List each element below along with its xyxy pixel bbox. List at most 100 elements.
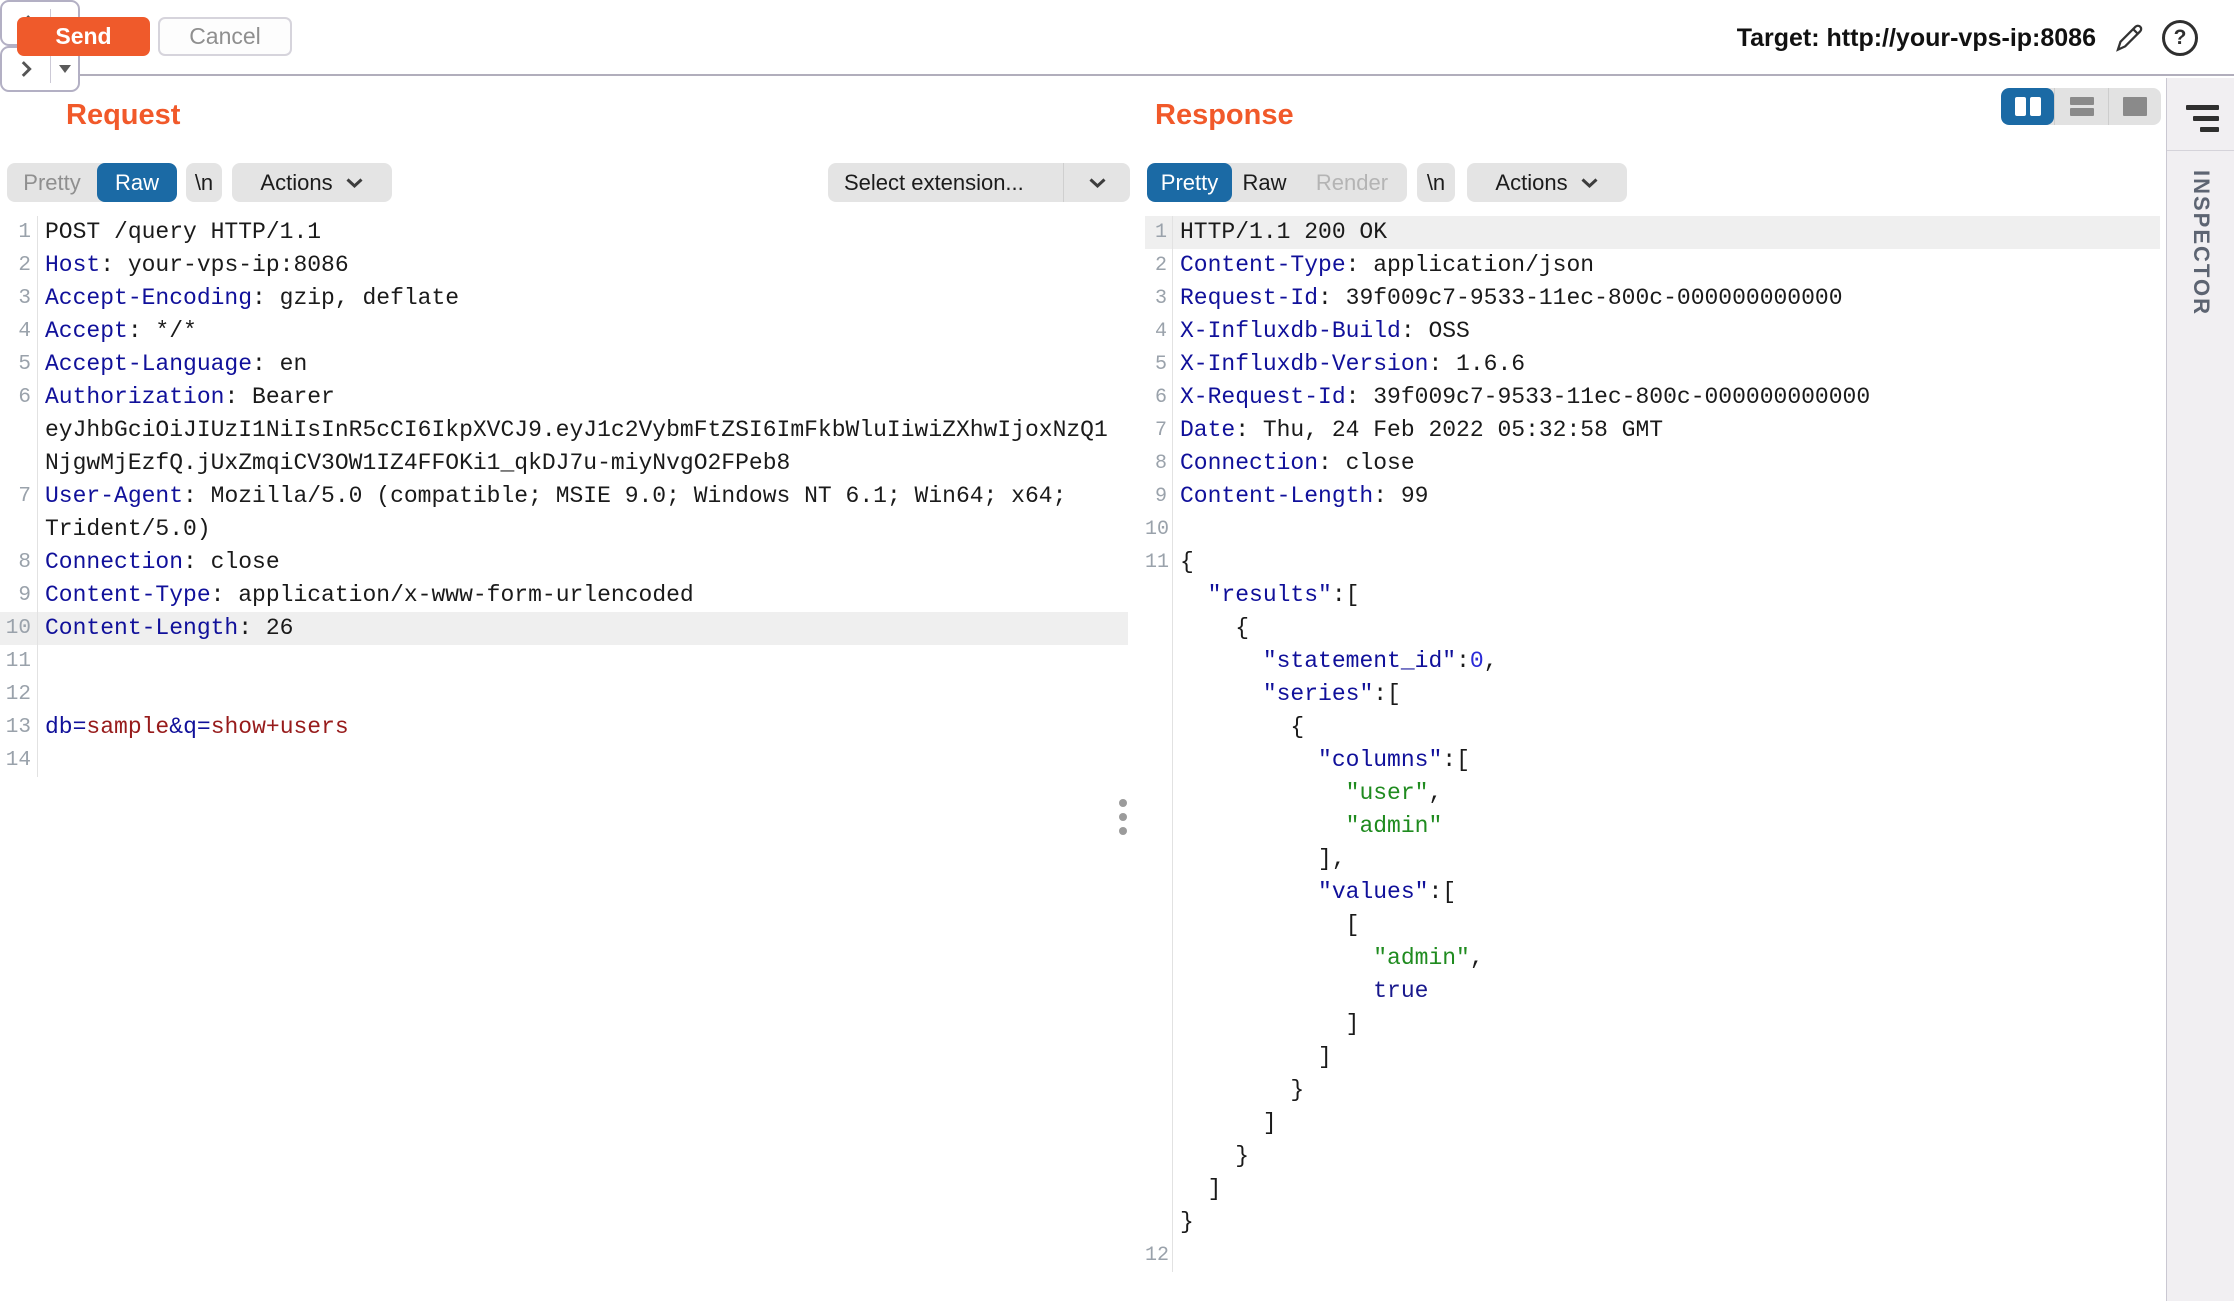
- request-editor[interactable]: 1POST /query HTTP/1.12Host: your-vps-ip:…: [0, 216, 1128, 777]
- code-text: ]: [1173, 1008, 1359, 1041]
- request-view-tabs: Pretty Raw: [7, 163, 177, 202]
- code-line: ]: [1145, 1008, 2160, 1041]
- line-number: 12: [1145, 1239, 1173, 1272]
- code-line: }: [1145, 1074, 2160, 1107]
- code-text: POST /query HTTP/1.1: [38, 216, 321, 249]
- line-number: 13: [0, 711, 38, 744]
- select-extension-dropdown[interactable]: Select extension...: [828, 163, 1130, 202]
- code-text: "admin": [1173, 810, 1442, 843]
- inspector-label: INSPECTOR: [2188, 170, 2214, 430]
- response-panel-title: Response: [1155, 99, 1294, 132]
- line-number: 6: [1145, 381, 1173, 414]
- code-line: 11: [0, 645, 1128, 678]
- code-line: 6Authorization: Bearer: [0, 381, 1128, 414]
- code-line: "series":[: [1145, 678, 2160, 711]
- line-number: [1145, 579, 1173, 612]
- actions-label: Actions: [260, 170, 332, 196]
- send-button[interactable]: Send: [17, 17, 150, 56]
- code-text: Host: your-vps-ip:8086: [38, 249, 349, 282]
- caret-down-icon: [59, 65, 71, 73]
- line-number: [0, 513, 38, 546]
- response-tab-render[interactable]: Render: [1297, 163, 1407, 202]
- code-text: {: [1173, 711, 1304, 744]
- panel-splitter-handle[interactable]: [1118, 799, 1128, 847]
- code-text: Request-Id: 39f009c7-9533-11ec-800c-0000…: [1173, 282, 1843, 315]
- code-line: 14: [0, 744, 1128, 777]
- line-number: 4: [0, 315, 38, 348]
- line-number: [0, 414, 38, 447]
- response-tab-row: Pretty Raw Render \n Actions: [1147, 163, 1627, 202]
- line-number: [1145, 810, 1173, 843]
- toolbar: Send Cancel Target: http://your-vps-ip:8…: [0, 0, 2234, 76]
- code-line: 2Content-Type: application/json: [1145, 249, 2160, 282]
- single-layout-icon: [2123, 97, 2147, 116]
- line-number: 5: [1145, 348, 1173, 381]
- columns-layout-icon: [2015, 97, 2026, 116]
- code-text: Content-Type: application/x-www-form-url…: [38, 579, 694, 612]
- code-line: ]: [1145, 1041, 2160, 1074]
- line-number: 2: [1145, 249, 1173, 282]
- code-line: "values":[: [1145, 876, 2160, 909]
- line-number: [1145, 909, 1173, 942]
- code-line: ],: [1145, 843, 2160, 876]
- line-number: [1145, 744, 1173, 777]
- code-line: 8Connection: close: [0, 546, 1128, 579]
- code-text: "series":[: [1173, 678, 1401, 711]
- request-tab-newline[interactable]: \n: [186, 163, 222, 202]
- request-tab-row: Pretty Raw \n Actions: [7, 163, 392, 202]
- line-number: [1145, 1074, 1173, 1107]
- help-icon[interactable]: ?: [2162, 20, 2198, 56]
- layout-single-button[interactable]: [2108, 88, 2161, 125]
- code-text: }: [1173, 1140, 1249, 1173]
- line-number: [1145, 678, 1173, 711]
- collapse-panel-icon[interactable]: [2186, 105, 2219, 132]
- code-line: }: [1145, 1140, 2160, 1173]
- code-line: 5X-Influxdb-Version: 1.6.6: [1145, 348, 2160, 381]
- response-tab-pretty[interactable]: Pretty: [1147, 163, 1232, 202]
- code-line: 2Host: your-vps-ip:8086: [0, 249, 1128, 282]
- code-text: Accept-Language: en: [38, 348, 307, 381]
- line-number: [1145, 777, 1173, 810]
- code-line: 1HTTP/1.1 200 OK: [1145, 216, 2160, 249]
- code-line: 5Accept-Language: en: [0, 348, 1128, 381]
- cancel-button[interactable]: Cancel: [158, 17, 292, 56]
- inspector-tab[interactable]: INSPECTOR: [2167, 170, 2234, 430]
- layout-toggle: [2001, 88, 2161, 125]
- code-line: ]: [1145, 1173, 2160, 1206]
- code-line: 8Connection: close: [1145, 447, 2160, 480]
- code-line: NjgwMjEzfQ.jUxZmqiCV3OW1IZ4FFOKi1_qkDJ7u…: [0, 447, 1128, 480]
- code-text: Content-Type: application/json: [1173, 249, 1594, 282]
- response-tab-newline[interactable]: \n: [1417, 163, 1455, 202]
- code-text: X-Influxdb-Build: OSS: [1173, 315, 1470, 348]
- line-number: 1: [1145, 216, 1173, 249]
- code-text: X-Influxdb-Version: 1.6.6: [1173, 348, 1525, 381]
- code-text: ]: [1173, 1041, 1332, 1074]
- line-number: 8: [1145, 447, 1173, 480]
- request-actions-dropdown[interactable]: Actions: [232, 163, 392, 202]
- request-tab-raw[interactable]: Raw: [97, 163, 177, 202]
- line-number: 1: [0, 216, 38, 249]
- code-text: [38, 678, 45, 711]
- code-line: }: [1145, 1206, 2160, 1239]
- code-line: 7Date: Thu, 24 Feb 2022 05:32:58 GMT: [1145, 414, 2160, 447]
- layout-rows-button[interactable]: [2054, 88, 2107, 125]
- code-text: Date: Thu, 24 Feb 2022 05:32:58 GMT: [1173, 414, 1663, 447]
- code-text: Authorization: Bearer: [38, 381, 335, 414]
- request-panel-title: Request: [66, 99, 180, 132]
- line-number: [1145, 876, 1173, 909]
- code-text: Connection: close: [1173, 447, 1415, 480]
- code-text: Content-Length: 26: [38, 612, 293, 645]
- code-text: "user",: [1173, 777, 1442, 810]
- response-tab-raw[interactable]: Raw: [1232, 163, 1297, 202]
- layout-columns-button[interactable]: [2001, 88, 2054, 125]
- edit-target-button[interactable]: [2112, 21, 2146, 55]
- code-text: HTTP/1.1 200 OK: [1173, 216, 1387, 249]
- code-line: "columns":[: [1145, 744, 2160, 777]
- code-line: 10: [1145, 513, 2160, 546]
- request-tab-pretty[interactable]: Pretty: [7, 163, 97, 202]
- code-line: 7User-Agent: Mozilla/5.0 (compatible; MS…: [0, 480, 1128, 513]
- code-line: 1POST /query HTTP/1.1: [0, 216, 1128, 249]
- response-actions-dropdown[interactable]: Actions: [1467, 163, 1627, 202]
- line-number: [1145, 975, 1173, 1008]
- response-editor[interactable]: 1HTTP/1.1 200 OK2Content-Type: applicati…: [1145, 216, 2160, 1272]
